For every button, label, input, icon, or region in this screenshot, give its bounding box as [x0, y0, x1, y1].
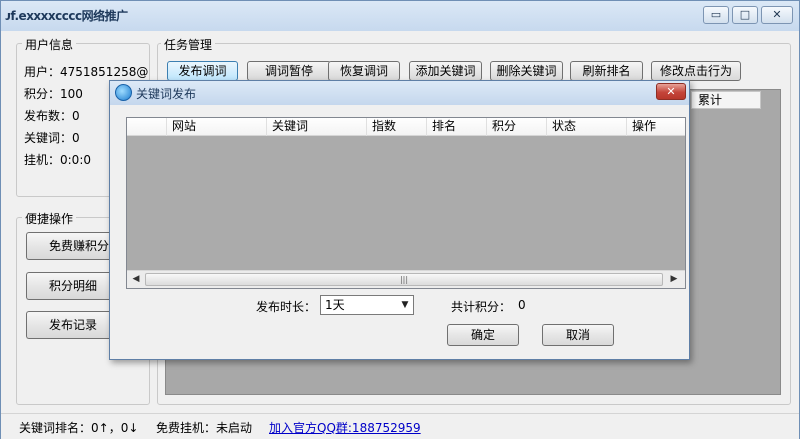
grid-header-keyword[interactable]: 关键词: [267, 118, 367, 136]
user-info-title: 用户信息: [22, 36, 77, 53]
refresh-rank-button[interactable]: 刷新排名: [570, 61, 643, 81]
close-button[interactable]: ✕: [761, 6, 793, 24]
keyword-publish-dialog: 关键词发布 ✕ 网站 关键词 指数 排名 积分 状态 操作 ◀ ||| ▶ 发布…: [109, 80, 690, 360]
grid-header-site[interactable]: 网站: [167, 118, 267, 136]
grid-header-action[interactable]: 操作: [627, 118, 685, 136]
keyword-grid[interactable]: 网站 关键词 指数 排名 积分 状态 操作 ◀ ||| ▶: [126, 117, 686, 289]
close-icon: ✕: [772, 8, 782, 21]
status-bar: 关键词排名：0↑，0↓ 免费挂机：未启动 加入官方QQ群:188752959: [1, 413, 799, 439]
publish-keywords-button[interactable]: 发布调词: [167, 61, 238, 81]
duration-select[interactable]: 1天 ▼: [320, 295, 414, 315]
title-bar: ᴊf.exxxxcccc网络推广 ▭ □ ✕: [1, 1, 799, 31]
app-globe-icon: [115, 84, 132, 101]
grid-horizontal-scrollbar[interactable]: ◀ ||| ▶: [127, 270, 685, 288]
grid-header-index[interactable]: 指数: [367, 118, 427, 136]
close-icon: ✕: [666, 85, 676, 98]
minimize-icon: ▭: [710, 8, 722, 21]
add-keyword-button[interactable]: 添加关键词: [409, 61, 482, 81]
qq-group-link[interactable]: 加入官方QQ群:188752959: [269, 419, 421, 436]
user-hangup-time: 挂机：0:0:0: [24, 153, 91, 167]
grid-header-rank[interactable]: 排名: [427, 118, 487, 136]
user-points: 积分：100: [24, 87, 83, 101]
user-account-clip: 用户：4751851258@qq.co: [24, 63, 148, 81]
task-manage-title: 任务管理: [161, 36, 216, 53]
pause-keywords-button[interactable]: 调词暂停: [247, 61, 331, 81]
free-hangup-status: 免费挂机：未启动: [156, 421, 253, 435]
earn-points-button[interactable]: 免费赚积分: [26, 232, 114, 260]
duration-value: 1天: [325, 298, 345, 312]
cancel-button[interactable]: 取消: [542, 324, 614, 346]
edit-click-behavior-button[interactable]: 修改点击行为: [651, 61, 741, 81]
points-detail-button[interactable]: 积分明细: [26, 272, 114, 300]
ok-button[interactable]: 确定: [447, 324, 519, 346]
resume-keywords-button[interactable]: 恢复调词: [328, 61, 400, 81]
total-points-label: 共计积分：: [451, 300, 512, 314]
grid-header: 网站 关键词 指数 排名 积分 状态 操作: [127, 118, 685, 136]
minimize-button[interactable]: ▭: [703, 6, 729, 24]
maximize-icon: □: [739, 8, 751, 21]
publish-log-button[interactable]: 发布记录: [26, 311, 114, 339]
column-cumulative[interactable]: 累计: [691, 91, 761, 109]
scroll-right-icon[interactable]: ▶: [667, 273, 681, 286]
scroll-thumb[interactable]: |||: [145, 273, 663, 286]
dialog-title: 关键词发布: [136, 87, 197, 101]
user-keyword-count: 关键词：0: [24, 131, 80, 145]
maximize-button[interactable]: □: [732, 6, 758, 24]
quick-ops-title: 便捷操作: [22, 210, 77, 227]
dialog-title-bar: 关键词发布 ✕: [110, 81, 689, 105]
dialog-close-button[interactable]: ✕: [656, 83, 686, 100]
total-points-value: 0: [518, 298, 526, 312]
scroll-grip-icon: |||: [399, 275, 409, 284]
delete-keyword-button[interactable]: 删除关键词: [490, 61, 563, 81]
user-account: 用户：4751851258@qq.co: [24, 65, 148, 79]
user-published-count: 发布数：0: [24, 109, 80, 123]
keyword-rank-status: 关键词排名：0↑，0↓: [19, 421, 139, 435]
scroll-left-icon[interactable]: ◀: [129, 273, 143, 286]
window-title: ᴊf.exxxxcccc网络推广: [5, 9, 128, 23]
grid-header-select[interactable]: [127, 118, 167, 136]
chevron-down-icon: ▼: [401, 300, 409, 310]
grid-header-points[interactable]: 积分: [487, 118, 547, 136]
grid-header-status[interactable]: 状态: [547, 118, 627, 136]
duration-label: 发布时长：: [256, 300, 317, 314]
